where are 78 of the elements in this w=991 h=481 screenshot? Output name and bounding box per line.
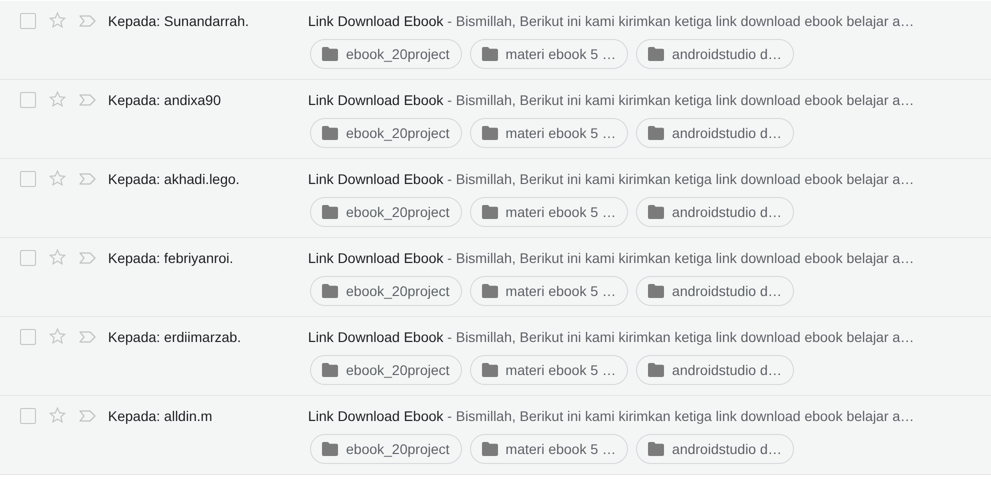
checkbox[interactable] xyxy=(20,408,36,424)
label-arrow-icon[interactable] xyxy=(79,15,96,27)
recipient: Kepada: febriyanroi. xyxy=(108,249,234,267)
email-snippet: - Bismillah, Berikut ini kami kirimkan ketiga link download ebook belajar a… xyxy=(446,170,914,188)
star-icon[interactable] xyxy=(49,170,66,186)
email-snippet: - Bismillah, Berikut ini kami kirimkan ketiga link download ebook belajar a… xyxy=(446,91,914,109)
email-subject: Link Download Ebook xyxy=(308,328,444,346)
folder-icon xyxy=(322,284,338,298)
email-subject: Link Download Ebook xyxy=(308,407,444,425)
recipient: Kepada: erdiimarzab. xyxy=(108,328,242,346)
folder-icon xyxy=(648,205,664,219)
email-row[interactable]: Kepada: alldin.m Link Download Ebook - Bismillah, Berikut ini kami kirimkan ketiga link download ebook belajar a… ebook_20project materi ebook 5 … androidstudio d… xyxy=(0,396,991,475)
label-arrow-icon[interactable] xyxy=(79,331,96,343)
email-subject: Link Download Ebook xyxy=(308,170,444,188)
email-row[interactable]: Kepada: febriyanroi. Link Download Ebook - Bismillah, Berikut ini kami kirimkan ketiga link download ebook belajar a… ebook_20project materi ebook 5 … androidstudio d… xyxy=(0,238,991,317)
checkbox[interactable] xyxy=(20,171,36,187)
star-icon[interactable] xyxy=(49,12,66,28)
recipient: Kepada: Sunandarrah. xyxy=(108,12,250,30)
folder-icon xyxy=(322,126,338,140)
recipient: Kepada: akhadi.lego. xyxy=(108,170,241,188)
folder-icon xyxy=(482,47,498,61)
attachment-chip[interactable]: androidstudio d… xyxy=(636,39,794,69)
attachment-chip[interactable]: ebook_20project xyxy=(310,39,462,69)
email-row[interactable]: Kepada: Sunandarrah. Link Download Ebook - Bismillah, Berikut ini kami kirimkan ketiga link download ebook belajar a… ebook_20project materi ebook 5 … androidstudio d… xyxy=(0,1,991,80)
email-subject: Link Download Ebook xyxy=(308,12,444,30)
label-arrow-icon[interactable] xyxy=(79,252,96,264)
email-snippet: - Bismillah, Berikut ini kami kirimkan ketiga link download ebook belajar a… xyxy=(446,249,914,267)
star-icon[interactable] xyxy=(49,249,66,265)
star-icon[interactable] xyxy=(49,91,66,107)
attachment-chip[interactable]: androidstudio d… xyxy=(636,355,794,385)
email-snippet: - Bismillah, Berikut ini kami kirimkan ketiga link download ebook belajar a… xyxy=(446,328,914,346)
folder-icon xyxy=(482,284,498,298)
star-icon[interactable] xyxy=(49,328,66,344)
attachment-chip[interactable]: materi ebook 5 … xyxy=(470,39,628,69)
email-subject: Link Download Ebook xyxy=(308,91,444,109)
checkbox[interactable] xyxy=(20,329,36,345)
checkbox[interactable] xyxy=(20,92,36,108)
attachment-chip[interactable]: ebook_20project xyxy=(310,355,462,385)
attachment-chip[interactable]: androidstudio d… xyxy=(636,434,794,464)
attachment-chip[interactable]: materi ebook 5 … xyxy=(470,197,628,227)
folder-icon xyxy=(482,126,498,140)
folder-icon xyxy=(322,442,338,456)
star-icon[interactable] xyxy=(49,407,66,423)
folder-icon xyxy=(648,284,664,298)
folder-icon xyxy=(482,363,498,377)
email-snippet: - Bismillah, Berikut ini kami kirimkan ketiga link download ebook belajar a… xyxy=(446,407,914,425)
email-row[interactable]: Kepada: akhadi.lego. Link Download Ebook - Bismillah, Berikut ini kami kirimkan ketiga link download ebook belajar a… ebook_20project materi ebook 5 … androidstudio d… xyxy=(0,159,991,238)
email-subject: Link Download Ebook xyxy=(308,249,444,267)
attachment-chip[interactable]: ebook_20project xyxy=(310,276,462,306)
attachment-chip[interactable]: materi ebook 5 … xyxy=(470,355,628,385)
folder-icon xyxy=(648,126,664,140)
email-row[interactable]: Kepada: erdiimarzab. Link Download Ebook - Bismillah, Berikut ini kami kirimkan ketiga link download ebook belajar a… ebook_20project materi ebook 5 … androidstudio d… xyxy=(0,317,991,396)
label-arrow-icon[interactable] xyxy=(79,173,96,185)
attachment-chip[interactable]: ebook_20project xyxy=(310,118,462,148)
email-snippet: - Bismillah, Berikut ini kami kirimkan ketiga link download ebook belajar a… xyxy=(446,12,914,30)
recipient: Kepada: andixa90 xyxy=(108,91,222,109)
attachment-chip[interactable]: materi ebook 5 … xyxy=(470,118,628,148)
folder-icon xyxy=(648,47,664,61)
folder-icon xyxy=(482,205,498,219)
attachment-chip[interactable]: ebook_20project xyxy=(310,197,462,227)
attachment-chip[interactable]: materi ebook 5 … xyxy=(470,276,628,306)
folder-icon xyxy=(482,442,498,456)
checkbox[interactable] xyxy=(20,13,36,29)
label-arrow-icon[interactable] xyxy=(79,410,96,422)
email-row[interactable]: Kepada: andixa90 Link Download Ebook - Bismillah, Berikut ini kami kirimkan ketiga link download ebook belajar a… ebook_20project materi ebook 5 … androidstudio d… xyxy=(0,80,991,159)
folder-icon xyxy=(322,363,338,377)
attachment-chip[interactable]: androidstudio d… xyxy=(636,118,794,148)
checkbox[interactable] xyxy=(20,250,36,266)
folder-icon xyxy=(648,363,664,377)
attachment-chip[interactable]: materi ebook 5 … xyxy=(470,434,628,464)
attachment-chip[interactable]: ebook_20project xyxy=(310,434,462,464)
label-arrow-icon[interactable] xyxy=(79,94,96,106)
folder-icon xyxy=(648,442,664,456)
folder-icon xyxy=(322,47,338,61)
attachment-chip[interactable]: androidstudio d… xyxy=(636,276,794,306)
folder-icon xyxy=(322,205,338,219)
recipient: Kepada: alldin.m xyxy=(108,407,214,425)
attachment-chip[interactable]: androidstudio d… xyxy=(636,197,794,227)
